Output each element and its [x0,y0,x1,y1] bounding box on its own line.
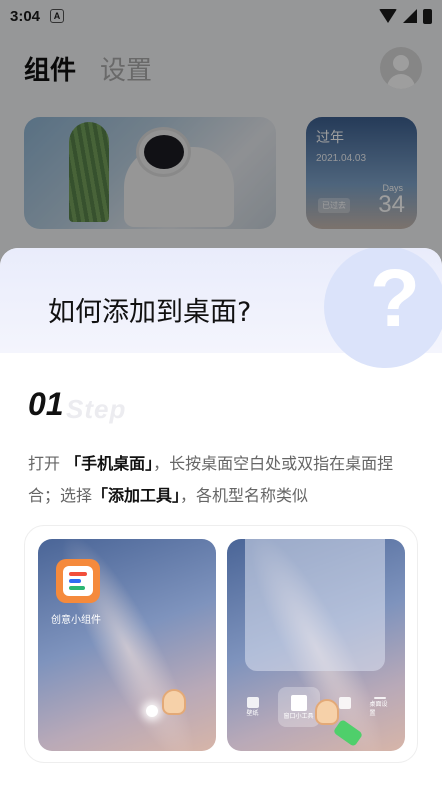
how-to-add-sheet: ? 如何添加到桌面? Step 01 打开 「手机桌面」，长按桌面空白处或双指在… [0,248,442,787]
status-time: 3:04 [10,7,41,25]
demo-phone-home: 创意小组件 [38,539,216,751]
notification-icon: A [50,9,65,23]
step-description: 打开 「手机桌面」，长按桌面空白处或双指在桌面捏合；选择「添加工具」，各机型名称… [28,448,424,512]
sheet-title: 如何添加到桌面? [48,297,252,328]
desc-bold1: 「手机桌面」 [65,454,154,473]
dock-settings-label: 桌面设置 [369,701,388,717]
pointing-hand-icon [315,699,339,725]
status-bar: 3:04 A [0,0,442,32]
dock-settings: 桌面设置 [370,697,390,717]
desc-bold2: 「添加工具」 [92,486,181,505]
signal-icon [403,9,417,23]
battery-icon [423,8,432,24]
sheet-header: ? 如何添加到桌面? [0,248,442,368]
dock-wallpaper-label: 壁纸 [246,710,259,717]
tap-indicator [146,705,158,717]
wifi-icon [379,9,397,23]
widget-preview-area [245,539,385,671]
desc-part3: ，各机型名称类似 [180,486,309,505]
dock-widgets: 窗口小工具 [277,687,320,727]
pointing-hand-icon [162,689,186,715]
demo-phone-edit: 壁纸 窗口小工具 桌面设置 [227,539,405,751]
step-word: Step [66,394,127,424]
dock-widgets-label: 窗口小工具 [283,712,314,720]
app-label: 创意小组件 [51,615,101,626]
question-mark-icon: ? [369,253,420,344]
dock-wallpaper: 壁纸 [243,697,263,717]
step-number: 01 [28,386,64,422]
wallpaper-icon [246,697,259,708]
app-icon [56,559,100,603]
desc-part1: 打开 [28,454,61,473]
widgets-icon [290,694,307,711]
dock-item-3-icon [338,697,351,709]
demo-illustration: 创意小组件 壁纸 窗口小工具 桌面设置 [24,525,418,763]
